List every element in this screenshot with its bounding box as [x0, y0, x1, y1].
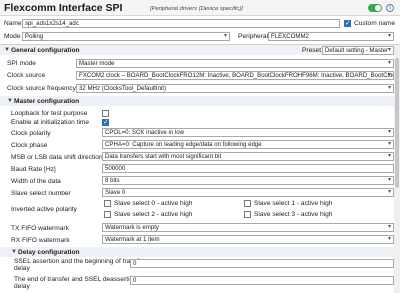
slave-select-0-checkbox[interactable] — [104, 200, 111, 207]
page-subtitle: [Peripheral drivers (Device specific)] — [150, 6, 243, 12]
inverted-polarity-label: Inverted active polarity — [11, 206, 77, 213]
clock-polarity-label: Clock polarity — [11, 130, 51, 137]
end-delay-input[interactable]: 0 — [130, 276, 394, 285]
preset-label: Preset — [302, 47, 322, 54]
title-bar: Flexcomm Interface SPI [Peripheral drive… — [0, 0, 400, 16]
slave-select-0-label: Slave select 0 - active high — [114, 200, 193, 207]
slave-select-1-checkbox[interactable] — [244, 200, 251, 207]
preset-select[interactable]: Default setting - Master — [322, 46, 394, 55]
peripheral-select[interactable]: FLEXCOMM2 — [268, 32, 394, 41]
enable-toggle[interactable] — [368, 4, 382, 12]
general-config-title: General configuration — [11, 47, 80, 54]
end-delay-label-cont: delay — [14, 283, 30, 290]
shift-direction-select[interactable]: Data transfers start with most significa… — [102, 152, 394, 161]
custom-name-label: Custom name — [354, 20, 396, 27]
loopback-checkbox[interactable] — [102, 110, 109, 117]
clock-source-select[interactable]: FXCOM2 clock – BOARD_BootClockFRO12M: In… — [76, 71, 394, 80]
page-title: Flexcomm Interface SPI — [4, 2, 123, 14]
rx-fifo-select[interactable]: Watermark at 1 item — [102, 235, 394, 244]
rx-fifo-label: RX FIFO watermark — [11, 237, 70, 244]
ssel-delay-label: SSEL assertion and the beginning of tran… — [14, 258, 145, 265]
delay-config-title: Delay configuration — [18, 249, 80, 256]
ssel-delay-label-cont: delay — [14, 265, 30, 272]
name-field[interactable]: spi_ads1x2s14_adc — [22, 19, 340, 28]
tx-fifo-select[interactable]: Watermark is empty — [102, 223, 394, 232]
spi-mode-label: SPI mode — [7, 60, 36, 67]
mode-label: Mode — [4, 33, 21, 40]
shift-direction-label: MSB or LSB data shift direction — [11, 154, 103, 161]
slave-select-select[interactable]: Slave 0 — [102, 188, 394, 197]
chevron-down-icon[interactable]: ▼ — [11, 249, 17, 255]
slave-select-label: Slave select number — [11, 190, 71, 197]
slave-select-2-checkbox[interactable] — [104, 211, 111, 218]
slave-select-3-checkbox[interactable] — [244, 211, 251, 218]
end-delay-label: The end of transfer and SSEL deassertion — [14, 276, 137, 283]
chevron-down-icon[interactable]: ▼ — [4, 47, 10, 53]
baud-rate-label: Baud Rate [Hz] — [11, 166, 56, 173]
ssel-delay-input[interactable]: 0 — [130, 259, 394, 268]
enable-init-label: Enable at initialization time — [11, 119, 90, 126]
mode-select[interactable]: Polling — [22, 32, 230, 41]
peripheral-label: Peripheral — [238, 33, 269, 40]
baud-rate-input[interactable]: 500000 — [102, 164, 394, 173]
master-config-title: Master configuration — [14, 98, 80, 105]
name-label: Name — [4, 20, 22, 27]
clock-phase-select[interactable]: CPHA=0: Capture on leading edge/data on … — [102, 140, 394, 149]
enable-init-checkbox[interactable] — [102, 118, 109, 127]
spi-mode-select[interactable]: Master mode — [76, 59, 394, 68]
clock-freq-label: Clock source frequency — [7, 85, 76, 92]
clock-freq-select[interactable]: 32 MHz (ClocksTool_DefaultInit) — [76, 84, 394, 93]
tx-fifo-label: TX FIFO watermark — [11, 225, 69, 232]
info-icon[interactable]: i — [386, 4, 394, 12]
loopback-label: Loopback for test purpose — [11, 110, 88, 117]
scrollbar-thumb[interactable] — [395, 58, 399, 188]
slave-select-1-label: Slave select 1 - active high — [254, 200, 333, 207]
data-width-select[interactable]: 8 bits — [102, 176, 394, 185]
clock-polarity-select[interactable]: CPOL=0: SCK inactive in low — [102, 128, 394, 137]
slave-select-3-label: Slave select 3 - active high — [254, 211, 333, 218]
clock-phase-label: Clock phase — [11, 142, 48, 149]
slave-select-2-label: Slave select 2 - active high — [114, 211, 193, 218]
custom-name-checkbox[interactable] — [344, 19, 351, 28]
chevron-down-icon[interactable]: ▼ — [7, 98, 13, 104]
clock-source-label: Clock source — [7, 72, 46, 79]
data-width-label: Width of the data — [11, 178, 61, 185]
